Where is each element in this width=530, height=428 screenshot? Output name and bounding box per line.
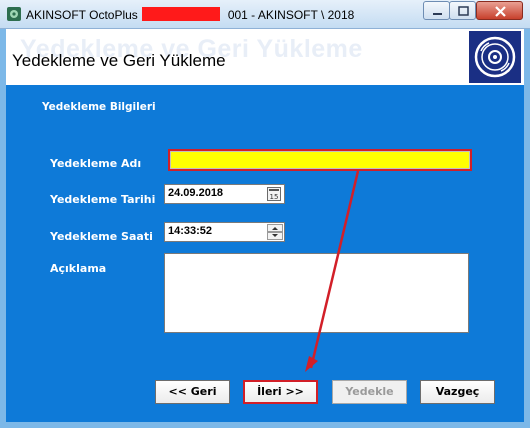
time-label: Yedekleme Saati [50,230,153,243]
backup-date-value: 24.09.2018 [168,187,224,199]
date-label: Yedekleme Tarihi [50,193,156,206]
svg-text:15: 15 [270,193,279,201]
page-title: Yedekleme ve Geri Yükleme [12,51,226,70]
backup-name-input[interactable] [168,149,472,171]
wizard-content: Yedekleme Bilgileri Yedekleme Adı Yedekl… [6,85,524,422]
spinner-arrows-icon[interactable] [267,224,283,240]
section-title: Yedekleme Bilgileri [42,101,156,113]
window-title-suffix: 001 - AKINSOFT \ 2018 [227,8,355,22]
backup-date-picker[interactable]: 24.09.2018 15 [164,184,285,204]
close-button[interactable] [476,1,523,20]
maximize-button[interactable] [449,1,476,20]
name-label: Yedekleme Adı [50,157,142,170]
description-textarea[interactable] [164,253,469,333]
calendar-icon[interactable]: 15 [267,187,281,201]
disc-icon [474,36,516,78]
minimize-button[interactable] [423,1,450,20]
cancel-button[interactable]: Vazgeç [420,380,495,404]
application-window: AKINSOFT OctoPlus 001 - AKINSOFT \ 2018 Y… [0,0,530,428]
description-label: Açıklama [50,262,107,275]
backup-time-value: 14:33:52 [168,225,213,237]
title-bar[interactable]: AKINSOFT OctoPlus 001 - AKINSOFT \ 2018 [0,0,530,29]
wizard-header: Yedekleme ve Geri Yükleme Yedekleme ve G… [6,29,524,85]
app-icon [7,7,21,21]
redacted-block [141,7,220,21]
minimize-icon [433,13,442,15]
maximize-icon [458,6,469,16]
next-button[interactable]: İleri >> [243,380,318,404]
backup-button[interactable]: Yedekle [332,380,407,404]
logo [469,31,521,83]
backup-time-spinner[interactable]: 14:33:52 [164,222,285,242]
window-title: AKINSOFT OctoPlus 001 - AKINSOFT \ 2018 [26,7,354,22]
window-title-prefix: AKINSOFT OctoPlus [26,8,138,22]
back-button[interactable]: << Geri [155,380,230,404]
close-icon [495,6,506,17]
